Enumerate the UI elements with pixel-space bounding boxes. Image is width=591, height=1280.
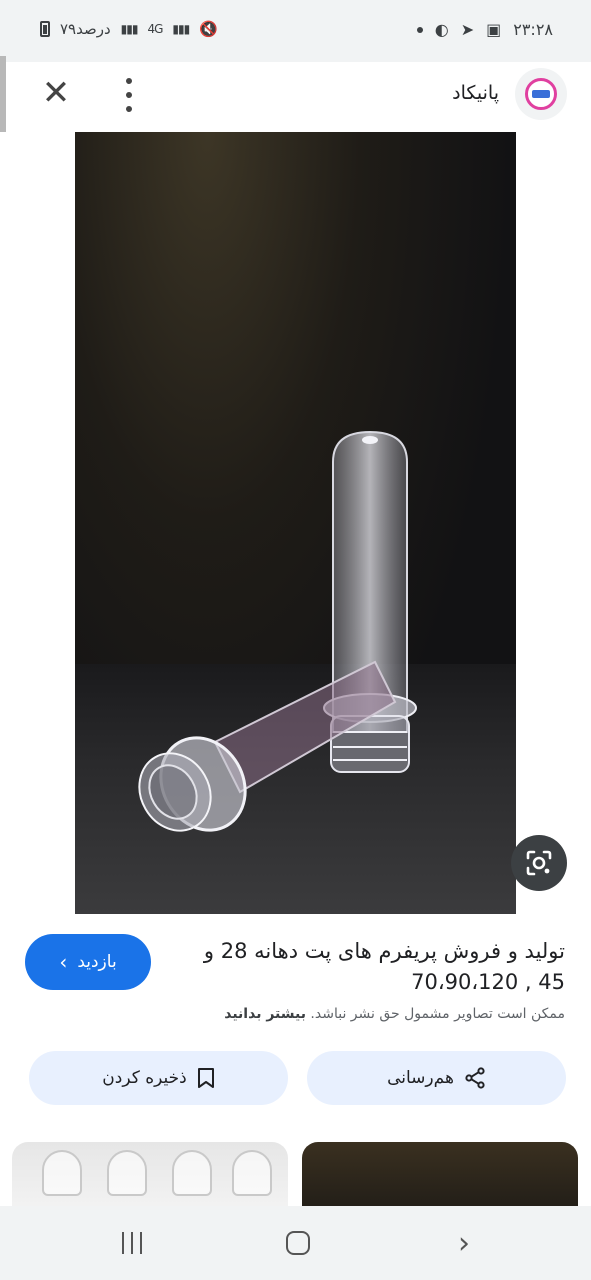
thumb-shape: [107, 1150, 147, 1196]
notice-text: ممکن است تصاویر مشمول حق نشر نباشد.: [310, 1006, 565, 1022]
status-bar: ۷۹درصد ▮▮▮ 4G ▮▮▮ 🔇 ◐ ➤ ▣ ۲۳:۲۸: [0, 0, 591, 62]
learn-more-link[interactable]: بیشتر بدانید: [224, 1006, 306, 1022]
telegram-icon: ➤: [460, 20, 475, 39]
close-icon[interactable]: ✕: [38, 76, 74, 112]
image-area: [0, 132, 591, 914]
related-images: [0, 1142, 591, 1206]
chevron-right-icon: ›: [59, 950, 68, 974]
thumb-shape: [172, 1150, 212, 1196]
visit-label: بازدید: [77, 952, 117, 972]
battery-text: ۷۹درصد: [60, 20, 111, 38]
status-left: ۷۹درصد ▮▮▮ 4G ▮▮▮ 🔇: [40, 20, 218, 38]
site-name[interactable]: پانیکاد: [452, 82, 499, 104]
signal-icon: ▮▮▮: [120, 22, 139, 36]
viewer-header: ✕ پانیکاد: [0, 62, 591, 130]
share-button[interactable]: هم‌رسانی: [307, 1051, 566, 1105]
save-label: ذخیره کردن: [102, 1068, 187, 1088]
share-label: هم‌رسانی: [387, 1068, 454, 1088]
google-lens-icon[interactable]: [511, 835, 567, 891]
home-icon[interactable]: [278, 1228, 318, 1258]
thumb-shape: [42, 1150, 82, 1196]
share-icon: [465, 1067, 485, 1089]
battery-icon: [40, 21, 50, 37]
site-logo[interactable]: [515, 68, 567, 120]
gallery-icon: ▣: [486, 20, 502, 39]
clock: ۲۳:۲۸: [513, 20, 553, 39]
recent-apps-icon[interactable]: [112, 1228, 152, 1258]
related-thumb[interactable]: [12, 1142, 288, 1206]
bookmark-icon: [197, 1068, 214, 1088]
visit-button[interactable]: بازدید ›: [25, 934, 151, 990]
back-icon[interactable]: ›: [444, 1226, 484, 1261]
image-info: تولید و فروش پریفرم های پت دهانه 28 و 45…: [0, 914, 591, 1114]
system-nav-bar: ›: [0, 1206, 591, 1280]
lens-glyph: [526, 850, 552, 876]
thumb-shape: [232, 1150, 272, 1196]
copyright-notice: ممکن است تصاویر مشمول حق نشر نباشد. بیشت…: [224, 1006, 565, 1022]
preform-tubes-graphic: [138, 430, 417, 832]
more-vert-icon[interactable]: [122, 78, 136, 112]
image-title[interactable]: تولید و فروش پریفرم های پت دهانه 28 و 45…: [185, 936, 565, 998]
save-button[interactable]: ذخیره کردن: [29, 1051, 288, 1105]
network-type: 4G: [147, 22, 163, 36]
dot-icon: [416, 26, 423, 33]
vpn-icon: ◐: [434, 20, 449, 39]
status-right: ◐ ➤ ▣ ۲۳:۲۸: [416, 20, 553, 39]
related-thumb[interactable]: [302, 1142, 578, 1206]
signal-icon-2: ▮▮▮: [172, 22, 190, 36]
mute-icon: 🔇: [199, 20, 218, 38]
preform-photo[interactable]: [75, 132, 516, 914]
